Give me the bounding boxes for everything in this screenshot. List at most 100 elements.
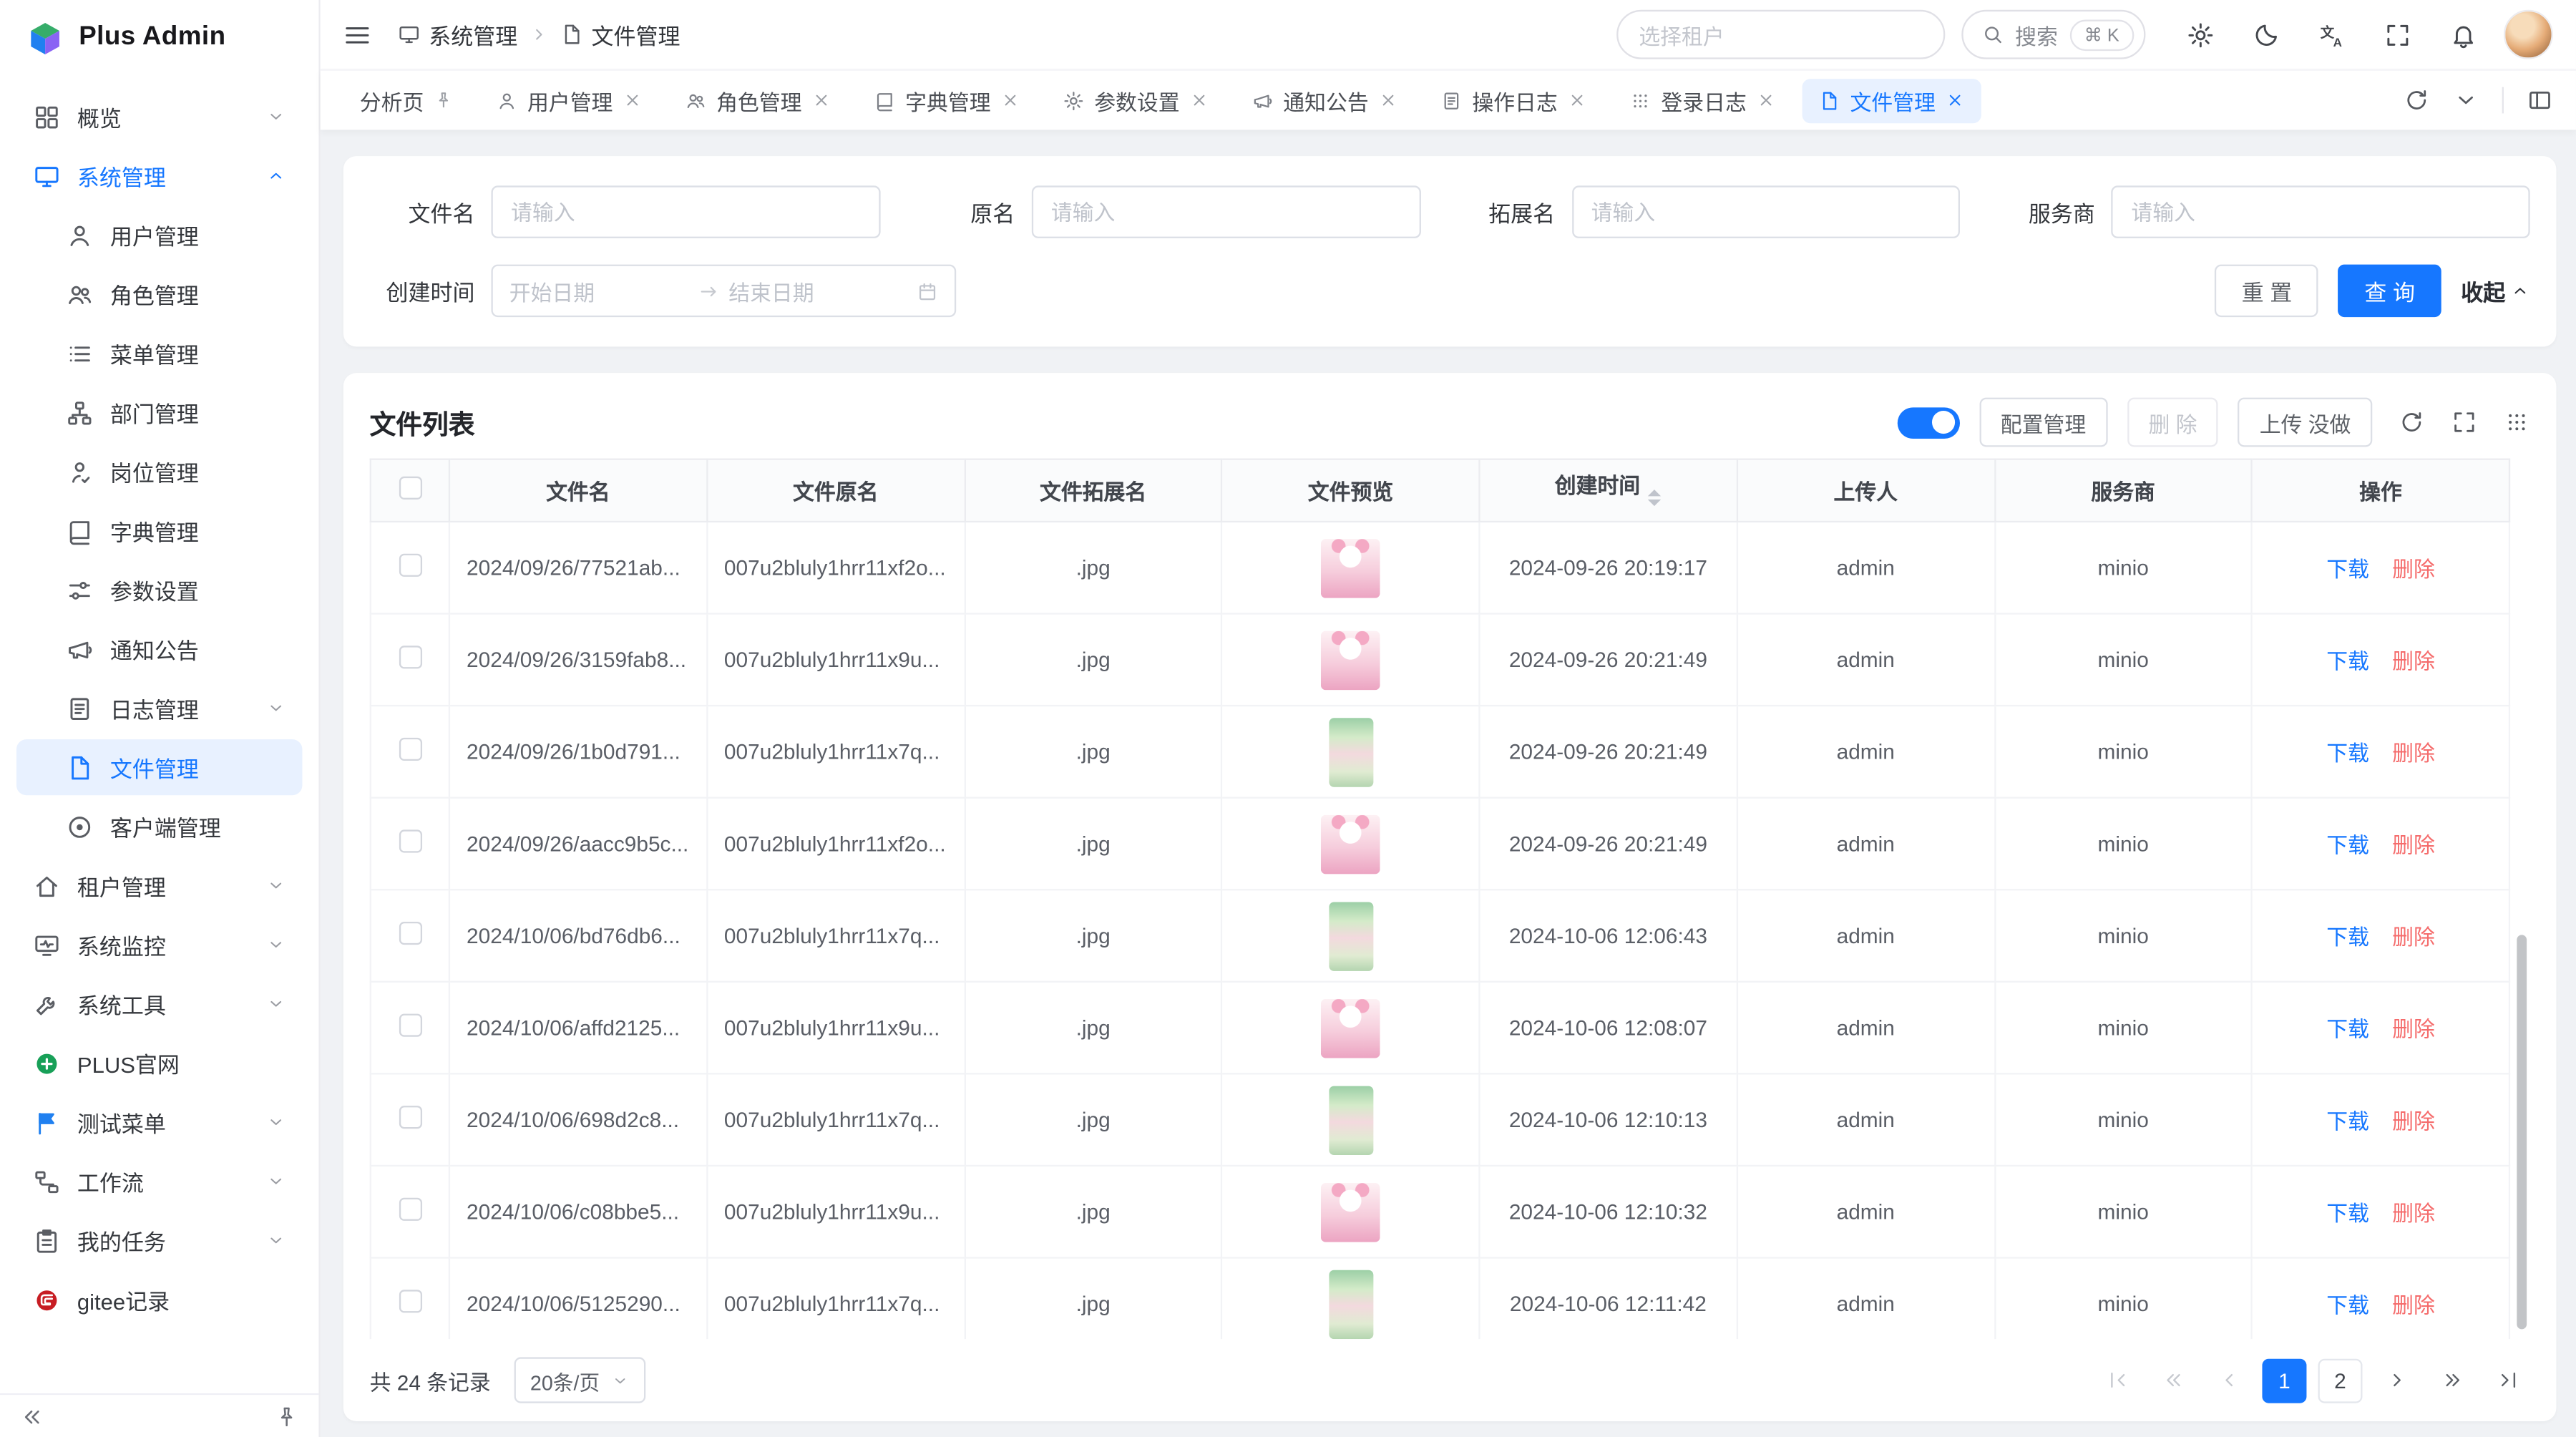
sidebar-item-menu-mgmt[interactable]: 菜单管理 (16, 326, 302, 381)
query-button[interactable]: 查 询 (2338, 265, 2441, 317)
file-preview-thumbnail[interactable] (1329, 717, 1373, 786)
tab-user-mgmt[interactable]: 用户管理 (479, 78, 658, 122)
delete-link[interactable]: 删除 (2392, 649, 2435, 673)
column-settings-button[interactable] (2504, 409, 2530, 436)
prev-5-pages-button[interactable] (2150, 1358, 2195, 1403)
file-name-input[interactable] (491, 185, 880, 238)
global-search[interactable]: 搜索 ⌘ K (1961, 10, 2145, 59)
row-checkbox[interactable] (399, 1290, 421, 1312)
sidebar-item-system[interactable]: 系统管理 (16, 148, 302, 204)
close-icon[interactable] (811, 90, 831, 110)
collapse-filters-link[interactable]: 收起 (2461, 274, 2529, 307)
user-avatar[interactable] (2504, 10, 2553, 59)
theme-toggle-button[interactable] (2241, 10, 2290, 59)
download-link[interactable]: 下载 (2326, 1017, 2369, 1041)
page-button-2[interactable]: 2 (2318, 1358, 2363, 1403)
tab-notice[interactable]: 通知公告 (1236, 78, 1415, 122)
table-scrollbar[interactable] (2517, 935, 2527, 1329)
tab-role-mgmt[interactable]: 角色管理 (669, 78, 848, 122)
delete-link[interactable]: 删除 (2392, 557, 2435, 581)
next-5-pages-button[interactable] (2430, 1358, 2474, 1403)
delete-link[interactable]: 删除 (2392, 1201, 2435, 1225)
reset-button[interactable]: 重 置 (2215, 265, 2318, 317)
tab-file-mgmt[interactable]: 文件管理 (1802, 78, 1981, 122)
row-checkbox[interactable] (399, 1014, 421, 1037)
delete-link[interactable]: 删除 (2392, 925, 2435, 950)
tab-param-settings[interactable]: 参数设置 (1047, 78, 1226, 122)
refresh-tab-button[interactable] (2404, 87, 2430, 114)
sidebar-item-dict-mgmt[interactable]: 字典管理 (16, 503, 302, 559)
provider-input[interactable] (2112, 185, 2530, 238)
file-preview-thumbnail[interactable] (1321, 1182, 1380, 1242)
close-icon[interactable] (1757, 90, 1777, 110)
sidebar-item-user-mgmt[interactable]: 用户管理 (16, 207, 302, 263)
toolbar-toggle[interactable] (1897, 406, 1959, 438)
app-logo[interactable]: Plus Admin (0, 0, 318, 76)
breadcrumb-item[interactable]: 系统管理 (398, 18, 518, 51)
row-checkbox[interactable] (399, 922, 421, 945)
sidebar-item-post-mgmt[interactable]: 岗位管理 (16, 444, 302, 500)
sidebar-item-gitee[interactable]: gitee记录 (16, 1272, 302, 1328)
sort-icon[interactable] (1649, 483, 1662, 512)
close-icon[interactable] (1000, 90, 1020, 110)
delete-link[interactable]: 删除 (2392, 833, 2435, 857)
column-header[interactable]: 上传人 (1737, 459, 1994, 522)
config-management-button[interactable]: 配置管理 (1979, 398, 2107, 447)
column-header[interactable]: 文件名 (449, 459, 707, 522)
tab-login-log[interactable]: 登录日志 (1614, 78, 1792, 122)
tab-analysis[interactable]: 分析页 (343, 78, 470, 122)
page-size-select[interactable]: 20条/页 (514, 1357, 646, 1403)
file-preview-thumbnail[interactable] (1329, 901, 1373, 970)
tab-dict-mgmt[interactable]: 字典管理 (858, 78, 1037, 122)
language-button[interactable]: 文A (2306, 10, 2356, 59)
column-header[interactable]: 操作 (2252, 459, 2509, 522)
file-preview-thumbnail[interactable] (1321, 538, 1380, 598)
sidebar-item-sys-tools[interactable]: 系统工具 (16, 976, 302, 1032)
sidebar-item-client-mgmt[interactable]: 客户端管理 (16, 799, 302, 854)
close-icon[interactable] (623, 90, 643, 110)
hamburger-menu-icon[interactable] (343, 21, 371, 49)
tab-menu-button[interactable] (2453, 87, 2479, 114)
breadcrumb-item[interactable]: 文件管理 (560, 18, 680, 51)
first-page-button[interactable] (2094, 1358, 2139, 1403)
layout-toggle-button[interactable] (2527, 87, 2553, 114)
row-checkbox[interactable] (399, 1106, 421, 1129)
fullscreen-button[interactable] (2372, 10, 2421, 59)
refresh-table-button[interactable] (2399, 409, 2425, 436)
close-icon[interactable] (1189, 90, 1209, 110)
file-preview-thumbnail[interactable] (1329, 1270, 1373, 1338)
file-preview-thumbnail[interactable] (1321, 814, 1380, 874)
download-link[interactable]: 下载 (2326, 1293, 2369, 1317)
download-link[interactable]: 下载 (2326, 649, 2369, 673)
delete-link[interactable]: 删除 (2392, 1017, 2435, 1041)
download-link[interactable]: 下载 (2326, 741, 2369, 765)
delete-link[interactable]: 删除 (2392, 1293, 2435, 1317)
sidebar-item-log-mgmt[interactable]: 日志管理 (16, 681, 302, 736)
page-button-1[interactable]: 1 (2262, 1358, 2306, 1403)
row-checkbox[interactable] (399, 554, 421, 577)
sidebar-item-role-mgmt[interactable]: 角色管理 (16, 266, 302, 322)
file-preview-thumbnail[interactable] (1321, 630, 1380, 689)
sidebar-collapse-button[interactable] (20, 1404, 44, 1428)
sidebar-item-plus-site[interactable]: PLUS官网 (16, 1035, 302, 1091)
close-icon[interactable] (1568, 90, 1588, 110)
delete-link[interactable]: 删除 (2392, 741, 2435, 765)
sidebar-item-my-tasks[interactable]: 我的任务 (16, 1212, 302, 1268)
sidebar-item-sys-monitor[interactable]: 系统监控 (16, 917, 302, 973)
download-link[interactable]: 下载 (2326, 1201, 2369, 1225)
sidebar-item-workflow[interactable]: 工作流 (16, 1154, 302, 1209)
prev-page-button[interactable] (2206, 1358, 2250, 1403)
pin-icon[interactable] (434, 90, 454, 110)
row-checkbox[interactable] (399, 646, 421, 668)
row-checkbox[interactable] (399, 829, 421, 852)
delete-link[interactable]: 删除 (2392, 1109, 2435, 1134)
close-icon[interactable] (1378, 90, 1398, 110)
close-icon[interactable] (1946, 90, 1966, 110)
next-page-button[interactable] (2374, 1358, 2419, 1403)
column-header[interactable]: 服务商 (1994, 459, 2252, 522)
file-preview-thumbnail[interactable] (1329, 1085, 1373, 1154)
date-range-picker[interactable]: 开始日期 结束日期 (491, 265, 956, 317)
column-header[interactable]: 创建时间 (1479, 459, 1737, 522)
settings-button[interactable] (2175, 10, 2225, 59)
download-link[interactable]: 下载 (2326, 925, 2369, 950)
